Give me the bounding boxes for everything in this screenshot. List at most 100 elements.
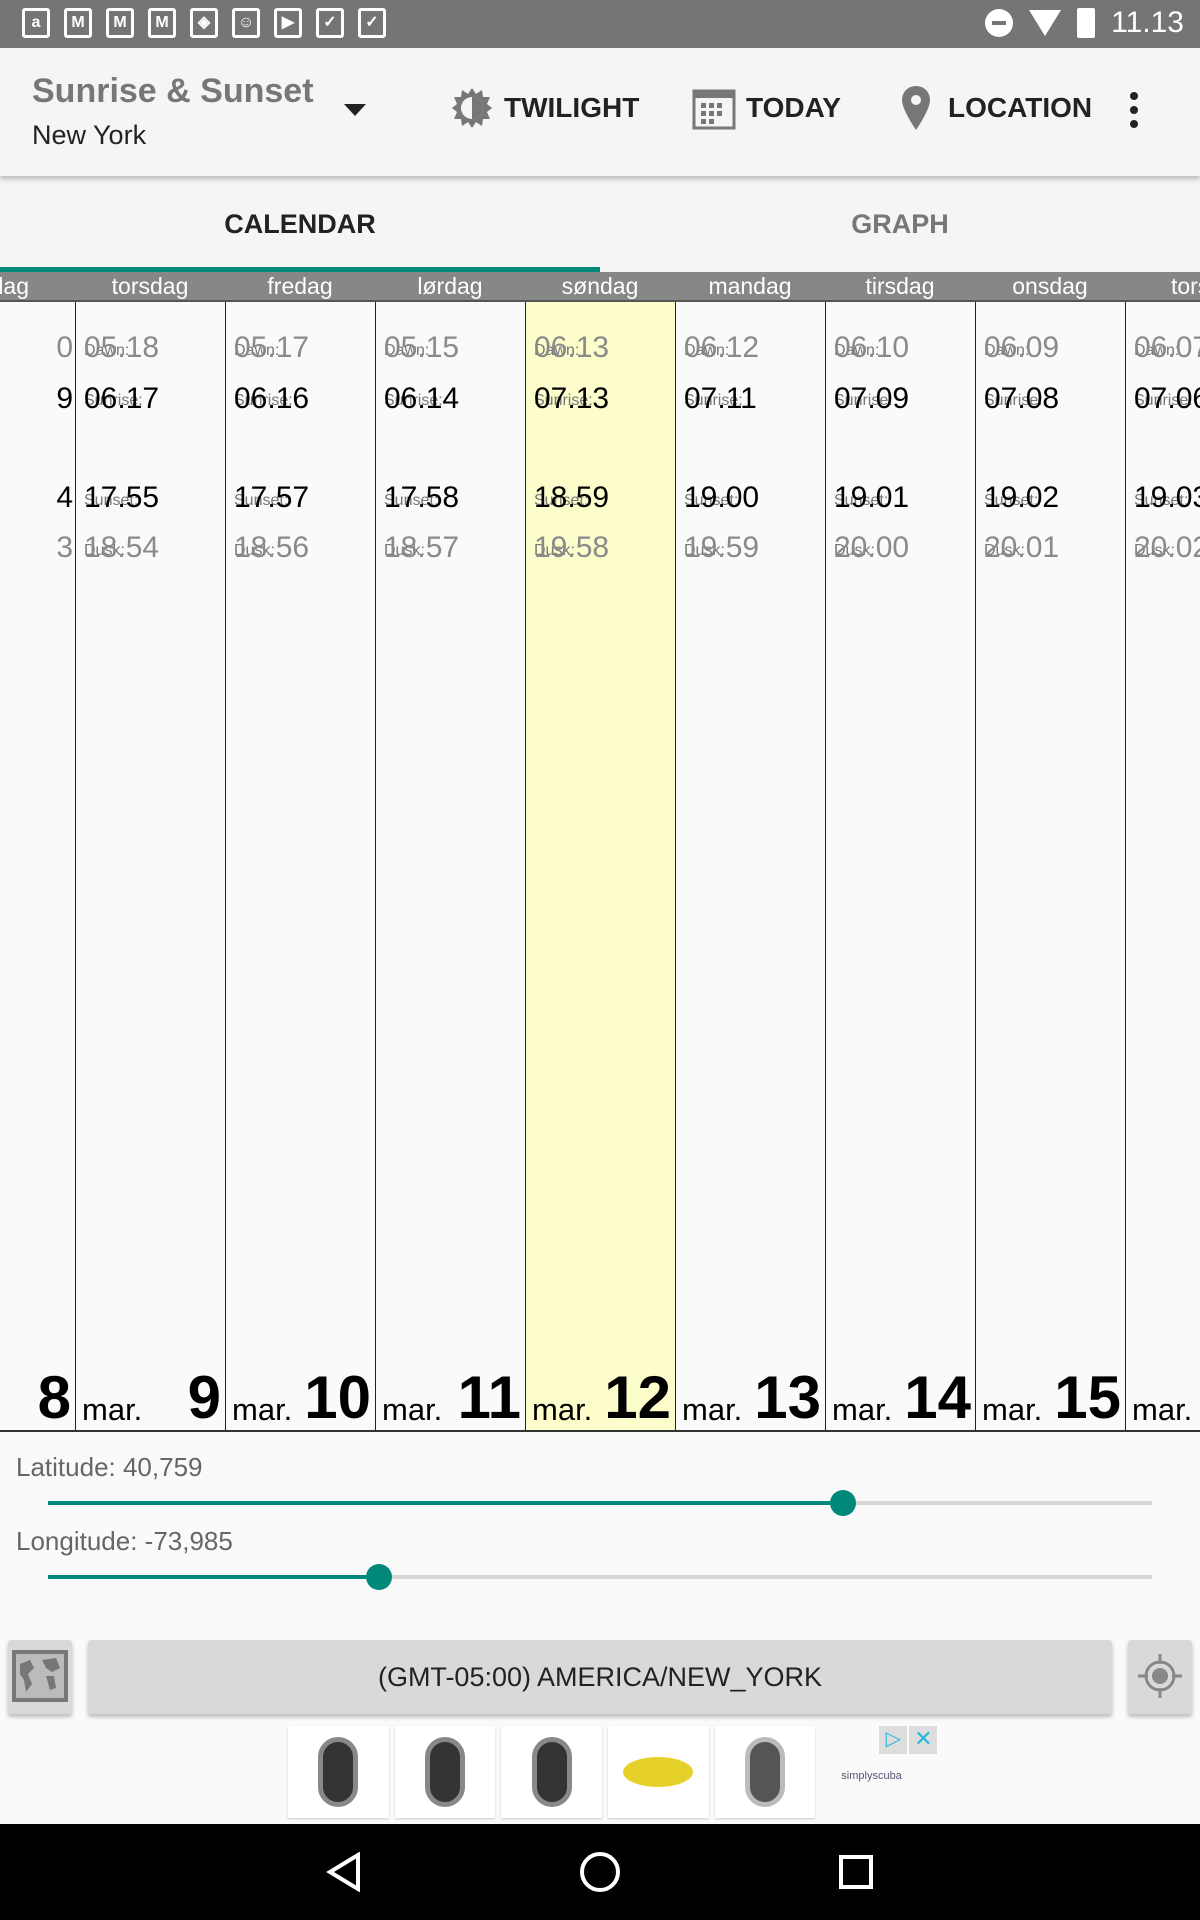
tab-graph[interactable]: GRAPH [600, 176, 1200, 268]
app-bar: Sunrise & Sunset New York TWILIGHT TODAY… [0, 48, 1200, 176]
app-title: Sunrise & Sunset [32, 72, 314, 110]
longitude-slider[interactable] [48, 1564, 1152, 1590]
ad-brand: simplyscuba [841, 1770, 902, 1782]
android-icon: ☺ [232, 8, 260, 38]
date-label: 8 [30, 1366, 71, 1430]
tab-indicator [0, 267, 600, 272]
twilight-sun-icon [450, 86, 494, 130]
sunset-time: 4 [56, 481, 73, 514]
weekday-header: fredag [225, 272, 375, 302]
location-name: New York [32, 120, 147, 150]
ad-product-scooter[interactable] [607, 1726, 709, 1818]
sunset-time: 18.59 [534, 481, 610, 514]
recents-icon[interactable] [838, 1854, 874, 1890]
weekday-header: tors [1125, 272, 1200, 302]
ad-product-watch[interactable] [501, 1726, 602, 1818]
date-label: 15 [1046, 1366, 1121, 1430]
month-label: mar. [682, 1392, 743, 1427]
ad-product-watch[interactable] [394, 1726, 496, 1818]
day-column[interactable]: Dawn: 06.09 Sunrise: 07.08 Sunset: 19.02 Dusk:… [975, 302, 1125, 1430]
day-number: 8 [37, 1364, 71, 1430]
dawn-time: 05.15 [384, 331, 460, 364]
month-label: mar. [1132, 1392, 1193, 1427]
sunrise-time: 06.16 [234, 382, 310, 415]
date-label: 9 [180, 1366, 221, 1430]
ad-close-icon[interactable]: ✕ [909, 1726, 938, 1754]
calendar-strip[interactable]: dag 0 9 4 3 8 torsdagDawn:05.18Sunrise:06.17Su… [0, 272, 1200, 1432]
clock: 11.13 [1111, 6, 1184, 39]
battery-charging-icon [1077, 8, 1096, 38]
calendar-icon [692, 86, 736, 130]
latitude-slider-thumb[interactable] [829, 1490, 856, 1516]
timezone-button[interactable]: (GMT-05:00) AMERICA/NEW_YORK [88, 1640, 1112, 1714]
dropdown-caret-icon[interactable] [344, 104, 366, 116]
weekday-header: lørdag [375, 272, 525, 302]
longitude-slider-thumb[interactable] [366, 1564, 393, 1590]
latitude-slider[interactable] [48, 1490, 1152, 1516]
day-number: 10 [304, 1364, 371, 1430]
day-number: 12 [604, 1364, 671, 1430]
day-column[interactable]: Dawn: 06.10 Sunrise: 07.09 Sunset: 19.01 Dusk:… [825, 302, 975, 1430]
ad-product-watch[interactable] [288, 1726, 389, 1818]
sunrise-time: 07.06 [1134, 382, 1200, 415]
weekday-header: torsdag [75, 272, 225, 302]
home-icon[interactable] [579, 1851, 621, 1893]
dawn-time: 06.10 [834, 331, 910, 364]
do-not-disturb-icon [985, 9, 1014, 37]
dawn-time: 06.12 [684, 331, 760, 364]
sunrise-time: 06.17 [84, 382, 160, 415]
dawn-time: 06.09 [984, 331, 1060, 364]
dawn-time: 06.07 [1134, 331, 1200, 364]
day-column[interactable]: Dawn: 06.12 Sunrise: 07.11 Sunset: 19.00 Dusk:… [675, 302, 825, 1430]
weekday-header: onsdag [975, 272, 1125, 302]
day-column[interactable]: Dawn: 05.18 Sunrise: 06.17 Sunset: 17.55 Dusk:… [75, 302, 225, 1430]
more-options-icon[interactable] [1130, 92, 1138, 134]
sunrise-time: 07.13 [534, 382, 610, 415]
back-icon[interactable] [326, 1852, 362, 1892]
location-button[interactable]: LOCATION [894, 86, 1092, 130]
play-store-icon: ▶ [274, 8, 302, 38]
dusk-time: 20.02 [1134, 531, 1200, 564]
map-button[interactable] [8, 1640, 72, 1714]
task-icon: ✓ [358, 8, 386, 38]
task-icon: ✓ [316, 8, 344, 38]
status-bar: a M M M ◈ ☺ ▶ ✓ ✓ 11.13 [0, 0, 1200, 48]
vpn-shield-icon: ◈ [190, 8, 218, 38]
twilight-button[interactable]: TWILIGHT [450, 86, 639, 130]
day-column[interactable]: 0 9 4 3 8 [0, 302, 75, 1430]
day-column[interactable]: Dawn: 05.17 Sunrise: 06.16 Sunset: 17.57 Dusk:… [225, 302, 375, 1430]
dusk-time: 18.56 [234, 531, 310, 564]
sunrise-time: 07.08 [984, 382, 1060, 415]
dusk-time: 20.00 [834, 531, 910, 564]
tab-calendar[interactable]: CALENDAR [0, 176, 600, 268]
ad-choices-icon[interactable]: ▷ [879, 1726, 908, 1754]
day-number: 14 [904, 1364, 971, 1430]
day-column[interactable]: Dawn: 05.15 Sunrise: 06.14 Sunset: 17.58 Dusk:… [375, 302, 525, 1430]
wifi-icon [1029, 10, 1062, 36]
gmail-icon: M [148, 8, 176, 38]
ad-banner[interactable]: ▷ ✕ simplyscuba [288, 1726, 938, 1824]
month-label: mar. [832, 1392, 893, 1427]
dusk-time: 20.01 [984, 531, 1060, 564]
month-label: mar. [982, 1392, 1043, 1427]
latitude-label: Latitude: 40,759 [16, 1452, 203, 1482]
date-label: 10 [296, 1366, 371, 1430]
world-map-icon [12, 1650, 68, 1702]
weekday-header: søndag [525, 272, 675, 302]
my-location-button[interactable] [1128, 1640, 1192, 1714]
date-label: 11 [450, 1366, 521, 1430]
gmail-icon: M [64, 8, 92, 38]
sunset-time: 17.58 [384, 481, 460, 514]
sunrise-time: 07.11 [684, 382, 757, 415]
day-column-today[interactable]: Dawn: 06.13 Sunrise: 07.13 Sunset: 18.59 Dusk:… [525, 302, 675, 1430]
gps-target-icon [1138, 1654, 1182, 1698]
today-button[interactable]: TODAY [692, 86, 841, 130]
month-label: mar. [532, 1392, 593, 1427]
ad-product-watch[interactable] [714, 1726, 816, 1818]
navigation-bar [0, 1824, 1200, 1920]
dusk-time: 18.54 [84, 531, 160, 564]
date-label: 14 [896, 1366, 971, 1430]
month-label: mar. [382, 1392, 443, 1427]
day-column[interactable]: Dawn:06.07Sunrise:07.06Sunset:19.03Dusk:… [1125, 302, 1200, 1430]
sunset-time: 17.55 [84, 481, 160, 514]
